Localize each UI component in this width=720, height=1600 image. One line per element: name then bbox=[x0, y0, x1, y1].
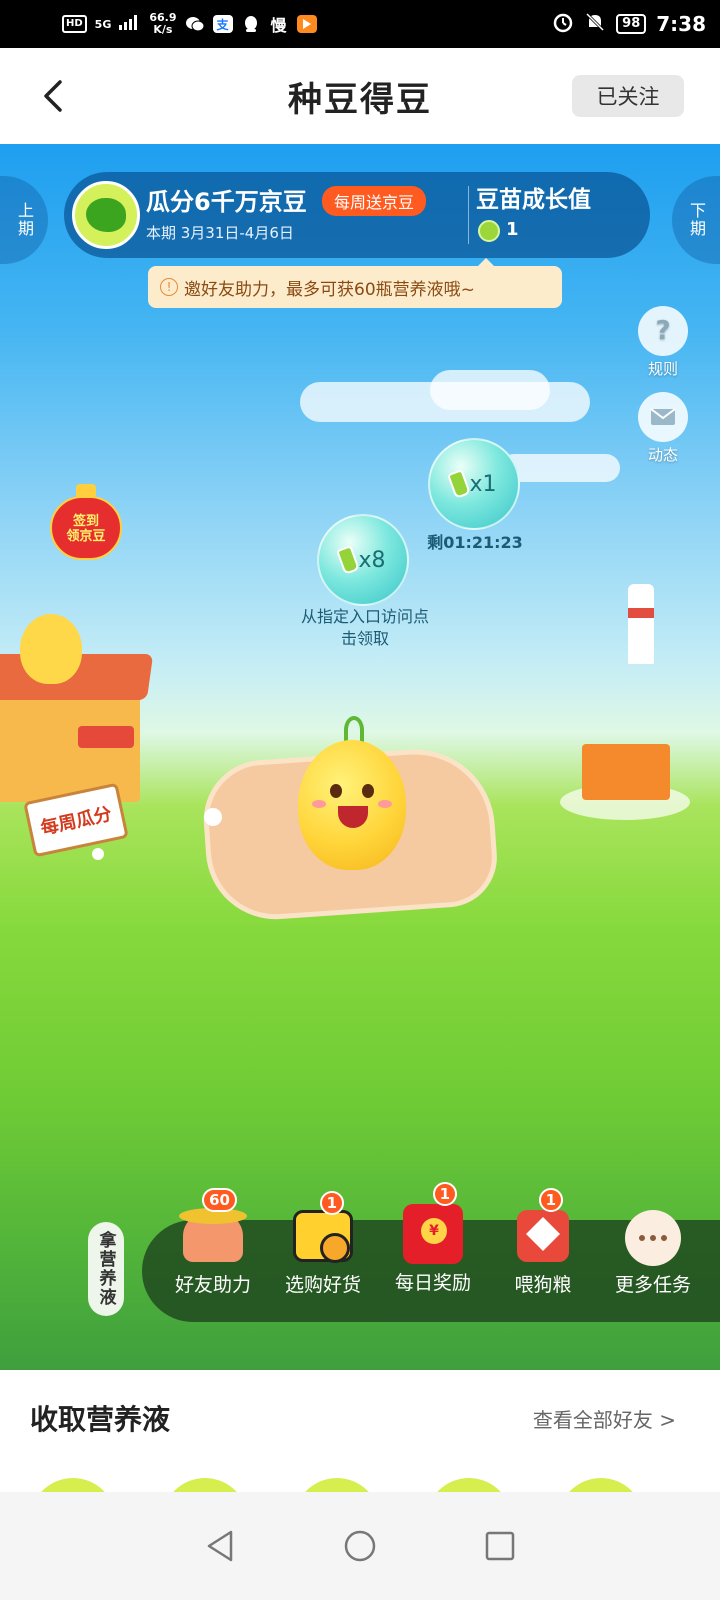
task-bar: 60 好友助力 1 选购好货 ¥ 1 每日奖励 1 喂狗粮 更多任务 bbox=[142, 1182, 720, 1322]
bottle-icon bbox=[336, 545, 361, 575]
mute-bell-icon bbox=[584, 11, 606, 38]
task-shop-goods[interactable]: 1 选购好货 bbox=[268, 1191, 378, 1322]
leaf-icon bbox=[478, 220, 500, 242]
nav-back-button[interactable] bbox=[200, 1526, 240, 1566]
growth-label: 豆苗成长值 bbox=[476, 187, 591, 213]
flower bbox=[204, 808, 222, 826]
get-nutrient-tag: 拿营养液 bbox=[88, 1222, 124, 1316]
game-scene: 上期 下期 瓜分6千万京豆 每周送京豆 本期 3月31日-4月6日 豆苗成长值 … bbox=[0, 144, 720, 1370]
app-header: 种豆得豆 已关注 bbox=[0, 48, 720, 144]
cloud bbox=[430, 370, 550, 410]
view-all-friends-link[interactable]: 查看全部好友 > bbox=[533, 1404, 676, 1433]
wechat-icon bbox=[185, 15, 205, 33]
bean-character bbox=[20, 614, 82, 684]
more-dots-icon bbox=[625, 1210, 681, 1266]
follow-button[interactable]: 已关注 bbox=[572, 75, 684, 117]
status-bar: HD 5G 66.9 K/s 支 慢 98 7:38 bbox=[0, 0, 720, 48]
task-badge: 60 bbox=[202, 1188, 237, 1212]
task-more[interactable]: 更多任务 bbox=[598, 1210, 708, 1322]
card-title: 收取营养液 bbox=[30, 1403, 171, 1436]
nutrient-crate[interactable] bbox=[560, 724, 690, 824]
signal-indicator: 5G bbox=[94, 17, 112, 31]
circle-home-icon bbox=[344, 1530, 376, 1562]
main-bean-character[interactable] bbox=[298, 740, 406, 870]
hd-indicator: HD bbox=[62, 15, 87, 33]
qq-icon bbox=[241, 15, 261, 33]
tip-text: 邀好友助力，最多可获60瓶营养液哦~ bbox=[184, 279, 475, 300]
mail-icon bbox=[638, 392, 688, 442]
alipay-icon: 支 bbox=[212, 15, 233, 33]
period-text: 本期 3月31日-4月6日 bbox=[146, 224, 294, 242]
task-badge: 1 bbox=[538, 1188, 563, 1212]
signin-lantern-button[interactable]: 签到 领京豆 bbox=[50, 496, 122, 560]
page-title: 种豆得豆 bbox=[288, 79, 432, 120]
weekly-tag: 每周送京豆 bbox=[322, 186, 427, 216]
triangle-back-icon bbox=[207, 1530, 233, 1562]
fortune-bag-icon: 1 bbox=[517, 1188, 569, 1262]
nutrient-bubble[interactable]: x8 bbox=[317, 514, 409, 606]
farmer-icon: 60 bbox=[179, 1188, 247, 1262]
prev-period-button[interactable]: 上期 bbox=[0, 176, 48, 264]
weekly-banner[interactable]: 瓜分6千万京豆 每周送京豆 本期 3月31日-4月6日 豆苗成长值 1 bbox=[64, 172, 650, 258]
alarm-icon bbox=[552, 11, 574, 38]
task-feed-dog[interactable]: 1 喂狗粮 bbox=[488, 1188, 598, 1322]
battery-indicator: 98 bbox=[616, 14, 647, 34]
growth-value: 1 bbox=[506, 219, 519, 240]
signal-bars-icon bbox=[119, 14, 141, 34]
clock: 7:38 bbox=[656, 12, 706, 36]
task-badge: 1 bbox=[432, 1182, 457, 1206]
video-icon bbox=[296, 15, 317, 33]
task-badge: 1 bbox=[319, 1191, 344, 1215]
nav-recents-button[interactable] bbox=[480, 1526, 520, 1566]
task-daily-reward[interactable]: ¥ 1 每日奖励 bbox=[378, 1182, 488, 1322]
news-button[interactable]: 动态 bbox=[636, 392, 690, 465]
network-speed: 66.9 K/s bbox=[149, 11, 177, 36]
info-icon: ! bbox=[160, 278, 178, 296]
system-nav-bar bbox=[0, 1492, 720, 1600]
nutrient-bubble[interactable]: x1 bbox=[428, 438, 520, 530]
question-icon: ? bbox=[638, 306, 688, 356]
man-icon: 慢 bbox=[270, 16, 287, 35]
shopping-cup-icon: 1 bbox=[293, 1191, 353, 1263]
rules-button[interactable]: ? 规则 bbox=[636, 306, 690, 379]
invite-tip: ! 邀好友助力，最多可获60瓶营养液哦~ bbox=[148, 258, 562, 308]
task-friend-help[interactable]: 60 好友助力 bbox=[158, 1188, 268, 1322]
red-envelope-icon: ¥ 1 bbox=[403, 1182, 463, 1264]
nav-home-button[interactable] bbox=[340, 1526, 380, 1566]
bottle-icon bbox=[447, 469, 472, 499]
divider bbox=[468, 186, 469, 244]
bubble-caption: 从指定入口访问点 击领取 bbox=[300, 607, 429, 648]
banner-title: 瓜分6千万京豆 bbox=[146, 188, 307, 216]
chevron-left-icon bbox=[44, 80, 62, 112]
square-recents-icon bbox=[485, 1531, 515, 1561]
back-button[interactable] bbox=[38, 76, 68, 116]
bubble-timer: 剩01:21:23 bbox=[427, 533, 523, 552]
next-period-button[interactable]: 下期 bbox=[672, 176, 720, 264]
bean-avatar bbox=[72, 181, 140, 249]
flower bbox=[92, 848, 104, 860]
lighthouse bbox=[628, 584, 654, 664]
